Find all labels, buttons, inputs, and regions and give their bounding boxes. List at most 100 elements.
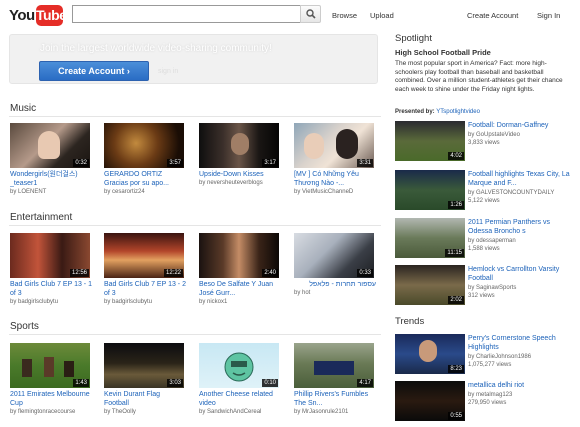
video-thumbnail[interactable]: 3:17	[199, 123, 279, 168]
search-input[interactable]	[72, 5, 301, 23]
video-item[interactable]: 0:10 Another Cheese related video by San…	[199, 343, 281, 416]
video-title[interactable]: Beso De Salfate Y Juan José Gurr...	[199, 280, 281, 298]
video-uploader[interactable]: by badgirlsclubytu	[104, 298, 186, 306]
video-thumbnail[interactable]: 3:03	[104, 343, 184, 388]
video-item[interactable]: 3:03 Kevin Durant Flag Football by TheOo…	[104, 343, 186, 416]
video-item[interactable]: 12:56 Bad Girls Club 7 EP 13 - 1 of 3 by…	[10, 233, 92, 306]
video-title[interactable]: Football: Dorman-Gaffney	[468, 121, 573, 130]
video-thumbnail[interactable]: 8:23	[395, 334, 465, 374]
video-title[interactable]: Kevin Durant Flag Football	[104, 390, 186, 408]
video-uploader[interactable]: by SaginawSports	[468, 284, 516, 292]
upload-link[interactable]: Upload	[370, 11, 394, 20]
video-uploader[interactable]: by GoUpstateVideo	[468, 131, 520, 139]
promo-sign-in-link[interactable]: sign in	[158, 68, 178, 75]
header: You Tube Browse Upload Create Account Si…	[0, 0, 580, 32]
presenter-link[interactable]: YTspotlightvideo	[436, 109, 480, 115]
video-item[interactable]: 4:17 Phillip Rivers's Fumbles The Sn... …	[294, 343, 376, 416]
video-item[interactable]: 3:57 GERARDO ORTIZ Gracias por su apo...…	[104, 123, 186, 196]
sign-in-link[interactable]: Sign In	[537, 11, 560, 20]
video-title[interactable]: Wondergirls(원더걸스) _teaser1	[10, 170, 92, 188]
video-thumbnail[interactable]: 2:02	[395, 265, 465, 305]
video-title[interactable]: [MV ] Có Những Yêu Thương Nào -...	[294, 170, 376, 188]
section-title-sports[interactable]: Sports	[10, 321, 39, 332]
video-thumbnail[interactable]: 0:55	[395, 381, 465, 421]
promo-banner: Join the largest worldwide video-sharing…	[9, 34, 378, 84]
video-thumbnail[interactable]: 12:56	[10, 233, 90, 278]
video-uploader[interactable]: by MrJasonrule2101	[294, 408, 376, 416]
logo-you-text: You	[9, 7, 35, 24]
video-uploader[interactable]: by odessaperman	[468, 237, 516, 245]
video-title[interactable]: 2011 Permian Panthers vs Odessa Broncho …	[468, 218, 573, 236]
video-title[interactable]: Hemlock vs Carrollton Varsity Football	[468, 265, 573, 283]
video-thumbnail[interactable]: 3:57	[104, 123, 184, 168]
video-uploader[interactable]: by nickox1	[199, 298, 281, 306]
video-title[interactable]: Upside-Down Kisses	[199, 170, 281, 179]
section-divider	[9, 116, 381, 117]
video-duration: 11:15	[445, 249, 464, 257]
section-title-music[interactable]: Music	[10, 103, 36, 114]
create-account-link[interactable]: Create Account	[467, 11, 518, 20]
search-icon	[306, 9, 316, 19]
video-title[interactable]: metallica delhi riot	[468, 381, 573, 390]
video-uploader[interactable]: by hot	[294, 289, 376, 297]
video-uploader[interactable]: by SandwichAndCereal	[199, 408, 281, 416]
spotlight-video-item[interactable]: 2:02 Hemlock vs Carrollton Varsity Footb…	[395, 265, 575, 307]
create-account-button[interactable]: Create Account ›	[39, 61, 149, 81]
video-title[interactable]: Perry's Cornerstone Speech Highlights	[468, 334, 573, 352]
spotlight-video-item[interactable]: 11:15 2011 Permian Panthers vs Odessa Br…	[395, 218, 575, 260]
video-uploader[interactable]: by TheOolly	[104, 408, 186, 416]
video-thumbnail[interactable]: 0:33	[294, 233, 374, 278]
video-title[interactable]: עספור תחרות - פלאפל	[294, 280, 376, 289]
video-item[interactable]: 12:22 Bad Girls Club 7 EP 13 - 2 of 3 by…	[104, 233, 186, 306]
video-thumbnail[interactable]: 4:17	[294, 343, 374, 388]
video-item[interactable]: 1:43 2011 Emirates Melbourne Cup by flem…	[10, 343, 92, 416]
video-item[interactable]: 0:32 Wondergirls(원더걸스) _teaser1 by LOENE…	[10, 123, 92, 196]
trends-video-item[interactable]: 8:23 Perry's Cornerstone Speech Highligh…	[395, 334, 575, 376]
video-item[interactable]: 2:40 Beso De Salfate Y Juan José Gurr...…	[199, 233, 281, 306]
spotlight-heading[interactable]: High School Football Pride	[395, 48, 491, 57]
video-thumbnail[interactable]: 11:15	[395, 218, 465, 258]
youtube-logo[interactable]: You Tube	[9, 5, 67, 27]
video-duration: 3:17	[262, 159, 278, 167]
browse-link[interactable]: Browse	[332, 11, 357, 20]
video-thumbnail[interactable]: 0:32	[10, 123, 90, 168]
video-thumbnail[interactable]: 3:31	[294, 123, 374, 168]
video-uploader[interactable]: by CharlieJohnson1986	[468, 353, 531, 361]
video-uploader[interactable]: by metalmag123	[468, 391, 512, 399]
video-title[interactable]: 2011 Emirates Melbourne Cup	[10, 390, 92, 408]
video-duration: 1:26	[448, 201, 464, 209]
video-thumbnail[interactable]: 1:43	[10, 343, 90, 388]
spotlight-title: Spotlight	[395, 33, 432, 44]
section-title-entertainment[interactable]: Entertainment	[10, 212, 72, 223]
spotlight-video-item[interactable]: 1:26 Football highlights Texas City, La …	[395, 170, 575, 212]
video-thumbnail[interactable]: 2:40	[199, 233, 279, 278]
trends-video-item[interactable]: 0:55 metallica delhi riot by metalmag123…	[395, 381, 575, 423]
video-item[interactable]: 0:33 עספור תחרות - פלאפל by hot	[294, 233, 376, 297]
spotlight-video-item[interactable]: 4:02 Football: Dorman-Gaffney by GoUpsta…	[395, 121, 575, 163]
video-thumbnail[interactable]: 12:22	[104, 233, 184, 278]
video-duration: 2:02	[448, 296, 464, 304]
video-title[interactable]: Football highlights Texas City, La Marqu…	[468, 170, 573, 188]
video-item[interactable]: 3:17 Upside-Down Kisses by neversheuteve…	[199, 123, 281, 187]
video-uploader[interactable]: by cesarortiz24	[104, 188, 186, 196]
video-duration: 2:40	[262, 269, 278, 277]
video-title[interactable]: Bad Girls Club 7 EP 13 - 2 of 3	[104, 280, 186, 298]
video-thumbnail[interactable]: 0:10	[199, 343, 279, 388]
video-uploader[interactable]: by LOENENT	[10, 188, 92, 196]
video-title[interactable]: Phillip Rivers's Fumbles The Sn...	[294, 390, 376, 408]
video-uploader[interactable]: by VietMusicChanneD	[294, 188, 376, 196]
video-thumbnail[interactable]: 4:02	[395, 121, 465, 161]
video-title[interactable]: Bad Girls Club 7 EP 13 - 1 of 3	[10, 280, 92, 298]
video-thumbnail[interactable]: 1:26	[395, 170, 465, 210]
video-views: 5,122 views	[468, 198, 500, 204]
video-uploader[interactable]: by flemingtonracecourse	[10, 408, 92, 416]
video-uploader[interactable]: by neversheuteverblogs	[199, 179, 281, 187]
spotlight-presenter: Presented by: YTspotlightvideo	[395, 109, 480, 115]
video-title[interactable]: GERARDO ORTIZ Gracias por su apo...	[104, 170, 186, 188]
video-uploader[interactable]: by badgirlsclubytu	[10, 298, 92, 306]
video-title[interactable]: Another Cheese related video	[199, 390, 281, 408]
video-item[interactable]: 3:31 [MV ] Có Những Yêu Thương Nào -... …	[294, 123, 376, 196]
presented-label: Presented by:	[395, 109, 435, 115]
search-button[interactable]	[300, 5, 321, 23]
video-uploader[interactable]: by GALVESTONCOUNTYDAILY	[468, 189, 554, 197]
